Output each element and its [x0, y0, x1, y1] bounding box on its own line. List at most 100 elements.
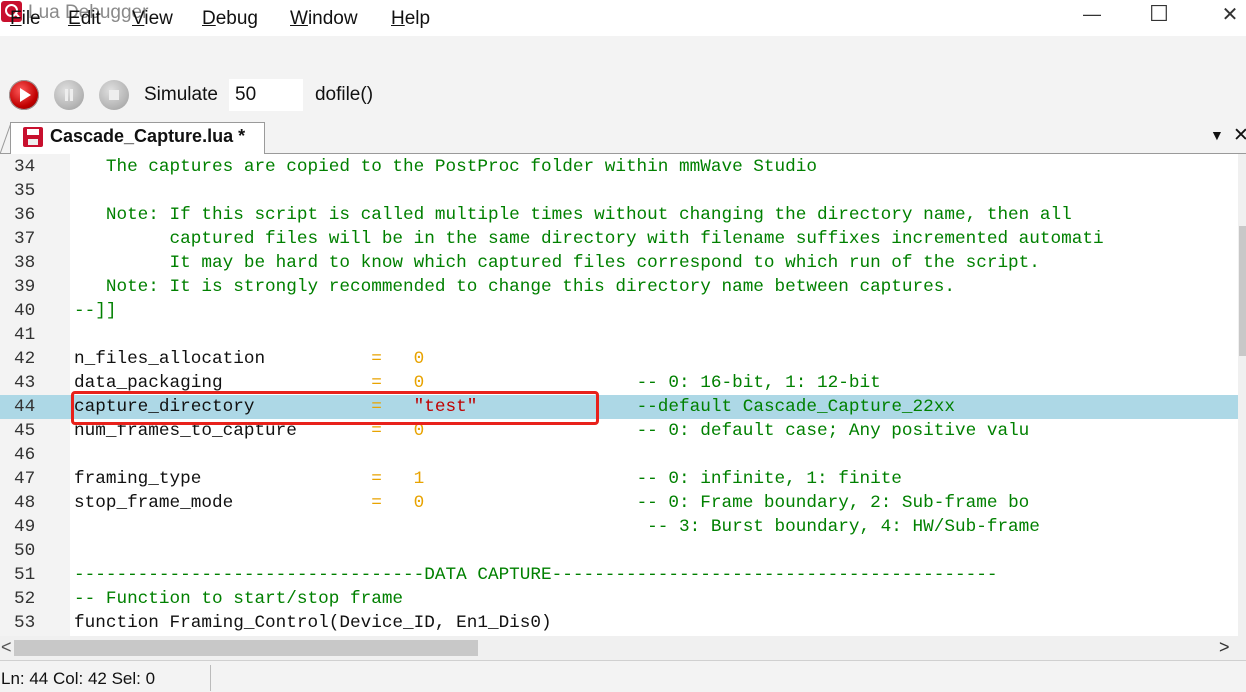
vertical-scroll-thumb[interactable]: [1239, 226, 1246, 356]
code-token: The captures are copied to the PostProc …: [74, 157, 817, 177]
code-text: It may be hard to know which captured fi…: [74, 251, 1040, 275]
status-bar: [0, 660, 1246, 692]
code-line[interactable]: 53 function Framing_Control(Device_ID, En…: [0, 611, 1238, 635]
line-number: 37: [14, 229, 36, 249]
code-token: -- 0: infinite, 1: finite: [424, 469, 902, 489]
code-text: The captures are copied to the PostProc …: [74, 155, 817, 179]
code-token: Note: If this script is called multiple …: [74, 205, 1072, 225]
line-number: 52: [14, 589, 36, 609]
code-line[interactable]: 34 The captures are copied to the PostPr…: [0, 155, 1238, 179]
code-line[interactable]: 41: [0, 323, 1238, 347]
line-number: 53: [14, 613, 36, 633]
code-text: --]]: [74, 299, 116, 323]
code-text: Note: It is strongly recommended to chan…: [74, 275, 955, 299]
code-line[interactable]: 40 --]]: [0, 299, 1238, 323]
code-text: stop_frame_mode = 0 -- 0: Frame boundary…: [74, 491, 1029, 515]
code-token: = 0: [371, 349, 425, 369]
code-token: ---------------------------------DATA CA…: [74, 565, 998, 585]
line-number: 45: [14, 421, 36, 441]
code-line[interactable]: 49 -- 3: Burst boundary, 4: HW/Sub-frame: [0, 515, 1238, 539]
code-token: -- 0: Frame boundary, 2: Sub-frame bo: [424, 493, 1030, 513]
code-text: Note: If this script is called multiple …: [74, 203, 1072, 227]
run-button[interactable]: [9, 80, 39, 110]
line-number: 51: [14, 565, 36, 585]
menu-edit[interactable]: Edit: [68, 8, 101, 30]
code-line[interactable]: 42 n_files_allocation = 0: [0, 347, 1238, 371]
save-icon: [23, 127, 43, 147]
code-line[interactable]: 47 framing_type = 1 -- 0: infinite, 1: fi…: [0, 467, 1238, 491]
line-number: 34: [14, 157, 36, 177]
code-line[interactable]: 50: [0, 539, 1238, 563]
code-token: n_files_allocation: [74, 349, 372, 369]
maximize-button[interactable]: ☐: [1139, 0, 1179, 28]
code-token: function Framing_Control(Device_ID, En1_…: [74, 613, 552, 633]
code-token: -- Function to start/stop frame: [74, 589, 404, 609]
code-token: captured files will be in the same direc…: [74, 229, 1104, 249]
horizontal-scroll-thumb[interactable]: [14, 640, 478, 656]
highlight-annotation-box: [71, 391, 599, 425]
line-number: 38: [14, 253, 36, 273]
line-number: 48: [14, 493, 36, 513]
line-number: 42: [14, 349, 36, 369]
simulate-input[interactable]: [229, 79, 303, 111]
code-token: stop_frame_mode: [74, 493, 372, 513]
code-text: framing_type = 1 -- 0: infinite, 1: fini…: [74, 467, 902, 491]
title-bar: [0, 0, 1246, 34]
code-line[interactable]: 52 -- Function to start/stop frame: [0, 587, 1238, 611]
line-number: 50: [14, 541, 36, 561]
line-number: 46: [14, 445, 36, 465]
menu-file[interactable]: File: [10, 8, 41, 30]
code-token: = 0: [371, 493, 425, 513]
code-text: -- Function to start/stop frame: [74, 587, 403, 611]
line-number: 36: [14, 205, 36, 225]
code-token: = 0: [371, 373, 425, 393]
tab-label[interactable]: Cascade_Capture.lua *: [50, 126, 245, 147]
code-token: framing_type: [74, 469, 372, 489]
code-line[interactable]: 48 stop_frame_mode = 0 -- 0: Frame bounda…: [0, 491, 1238, 515]
code-token: Note: It is strongly recommended to chan…: [74, 277, 955, 297]
code-line[interactable]: 51 ---------------------------------DATA …: [0, 563, 1238, 587]
line-number: 44: [14, 397, 36, 417]
line-number: 41: [14, 325, 36, 345]
menu-debug[interactable]: Debug: [202, 8, 258, 30]
pause-button[interactable]: [54, 80, 84, 110]
dofile-button[interactable]: dofile(): [306, 79, 382, 111]
menu-bar: [0, 36, 1246, 72]
cursor-position-status: Ln: 44 Col: 42 Sel: 0: [1, 669, 156, 688]
code-line[interactable]: 36 Note: If this script is called multip…: [0, 203, 1238, 227]
line-number: 40: [14, 301, 36, 321]
status-separator: [210, 665, 211, 691]
tab-dropdown-icon[interactable]: ▼: [1210, 127, 1224, 143]
code-token: = 1: [371, 469, 425, 489]
code-text: -- 3: Burst boundary, 4: HW/Sub-frame: [74, 515, 1040, 539]
tab-close-icon[interactable]: ✕: [1233, 124, 1246, 147]
line-number: 39: [14, 277, 36, 297]
code-token: data_packaging: [74, 373, 372, 393]
menu-help[interactable]: Help: [391, 8, 430, 30]
code-line[interactable]: 35: [0, 179, 1238, 203]
minimize-button[interactable]: —: [1072, 0, 1112, 28]
code-text: function Framing_Control(Device_ID, En1_…: [74, 611, 552, 635]
code-line[interactable]: 38 It may be hard to know which captured…: [0, 251, 1238, 275]
scroll-right-icon[interactable]: >: [1219, 637, 1230, 658]
line-number: 49: [14, 517, 36, 537]
scroll-left-icon[interactable]: <: [1, 637, 12, 658]
code-text: ---------------------------------DATA CA…: [74, 563, 997, 587]
code-line[interactable]: 37 captured files will be in the same di…: [0, 227, 1238, 251]
code-token: It may be hard to know which captured fi…: [74, 253, 1040, 273]
code-line[interactable]: 39 Note: It is strongly recommended to c…: [0, 275, 1238, 299]
stop-button[interactable]: [99, 80, 129, 110]
simulate-label: Simulate: [144, 84, 218, 105]
code-token: --]]: [74, 301, 117, 321]
menu-view[interactable]: View: [132, 8, 173, 30]
code-text: captured files will be in the same direc…: [74, 227, 1104, 251]
close-window-button[interactable]: ✕: [1210, 0, 1246, 28]
code-token: -- 0: 16-bit, 1: 12-bit: [424, 373, 881, 393]
menu-window[interactable]: Window: [290, 8, 358, 30]
code-text: n_files_allocation = 0: [74, 347, 424, 371]
line-number: 47: [14, 469, 36, 489]
code-line[interactable]: 46: [0, 443, 1238, 467]
line-number: 35: [14, 181, 36, 201]
code-token: -- 3: Burst boundary, 4: HW/Sub-frame: [74, 517, 1040, 537]
line-number: 43: [14, 373, 36, 393]
